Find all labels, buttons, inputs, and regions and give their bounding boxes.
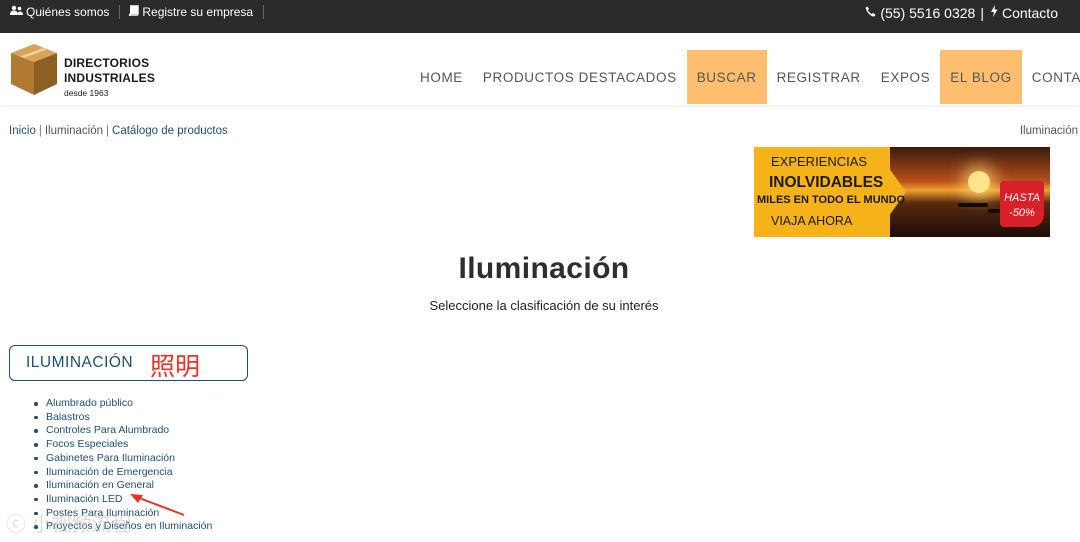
kayak-graphic (958, 203, 988, 207)
nav-home[interactable]: HOME (410, 50, 473, 104)
about-us-link[interactable]: Quiénes somos (10, 5, 121, 19)
page-subtitle: Seleccione la clasificación de su interé… (429, 298, 659, 313)
page-title: Iluminación (458, 252, 630, 285)
book-icon (128, 5, 140, 19)
subcategory-item[interactable]: Iluminación de Emergencia (34, 466, 212, 480)
breadcrumb-separator: | (106, 125, 110, 137)
subcategory-item[interactable]: Alumbrado público (34, 397, 212, 411)
top-bar-links: Quiénes somos Registre su empresa (10, 0, 272, 24)
subcategory-item[interactable]: Focos Especiales (34, 438, 212, 452)
badge-top: HASTA (1004, 192, 1040, 204)
site-header: DIRECTORIOS INDUSTRIALES desde 1963 HOME… (0, 33, 1080, 105)
section-label: Iluminación (1019, 125, 1078, 137)
category-annotation: 照明 (150, 353, 201, 381)
phone-icon (865, 6, 876, 20)
users-icon (10, 5, 23, 19)
main-nav: HOME PRODUCTOS DESTACADOS BUSCAR REGISTR… (410, 50, 1080, 104)
ad-arrow-shape (874, 147, 906, 237)
discount-badge: HASTA -50% (1000, 181, 1044, 227)
ad-line-2: INOLVIDABLES (769, 174, 884, 191)
bolt-icon (990, 5, 998, 20)
phone-number[interactable]: (55) 5516 0328 (880, 5, 975, 21)
breadcrumb: Inicio | Iluminación | Catálogo de productos (9, 125, 228, 137)
nav-search[interactable]: BUSCAR (686, 50, 767, 104)
logo-line-1: DIRECTORIOS (64, 56, 150, 70)
sun-graphic (968, 171, 990, 193)
subcategory-item[interactable]: Balastros (34, 411, 212, 425)
nav-featured-products[interactable]: PRODUCTOS DESTACADOS (473, 50, 687, 104)
ad-cta: VIAJA AHORA (771, 214, 853, 228)
top-bar: Quiénes somos Registre su empresa (55) 5… (0, 0, 1080, 33)
site-logo[interactable]: DIRECTORIOS INDUSTRIALES desde 1963 (9, 42, 159, 98)
nav-contact[interactable]: CONTACTO (1022, 50, 1080, 104)
register-company-label: Registre su empresa (142, 5, 254, 19)
breadcrumb-catalog[interactable]: Catálogo de productos (112, 125, 228, 137)
category-label: ILUMINACIÓN (26, 354, 134, 371)
travel-ad-banner[interactable]: EXPERIENCIAS INOLVIDABLES MILES EN TODO … (754, 147, 1050, 237)
breadcrumb-current: Iluminación (44, 125, 104, 137)
nav-expos[interactable]: EXPOS (871, 50, 941, 104)
badge-bottom: -50% (1009, 207, 1035, 219)
breadcrumb-separator: | (38, 125, 42, 137)
subcategory-item[interactable]: Gabinetes Para Iluminación (34, 452, 212, 466)
ad-line-1: EXPERIENCIAS (771, 154, 868, 169)
register-company-link[interactable]: Registre su empresa (128, 5, 265, 19)
contact-separator: | (980, 4, 984, 21)
about-us-label: Quiénes somos (26, 5, 110, 19)
breadcrumb-home[interactable]: Inicio (9, 125, 36, 137)
box-logo-icon (11, 44, 57, 95)
nav-blog[interactable]: EL BLOG (940, 50, 1022, 104)
top-bar-contact: (55) 5516 0328 | Contacto (865, 0, 1058, 25)
watermark: ⓒ 小视频流程 (6, 514, 132, 536)
category-header[interactable]: ILUMINACIÓN 照明 (9, 345, 248, 381)
subcategory-item[interactable]: Controles Para Alumbrado (34, 424, 212, 438)
ad-line-3: MILES EN TODO EL MUNDO (757, 194, 906, 206)
contact-link[interactable]: Contacto (1002, 5, 1058, 21)
logo-line-2: INDUSTRIALES (64, 71, 156, 85)
logo-tagline: desde 1963 (64, 88, 109, 98)
red-arrow-annotation (130, 494, 185, 516)
nav-register[interactable]: REGISTRAR (767, 50, 871, 104)
